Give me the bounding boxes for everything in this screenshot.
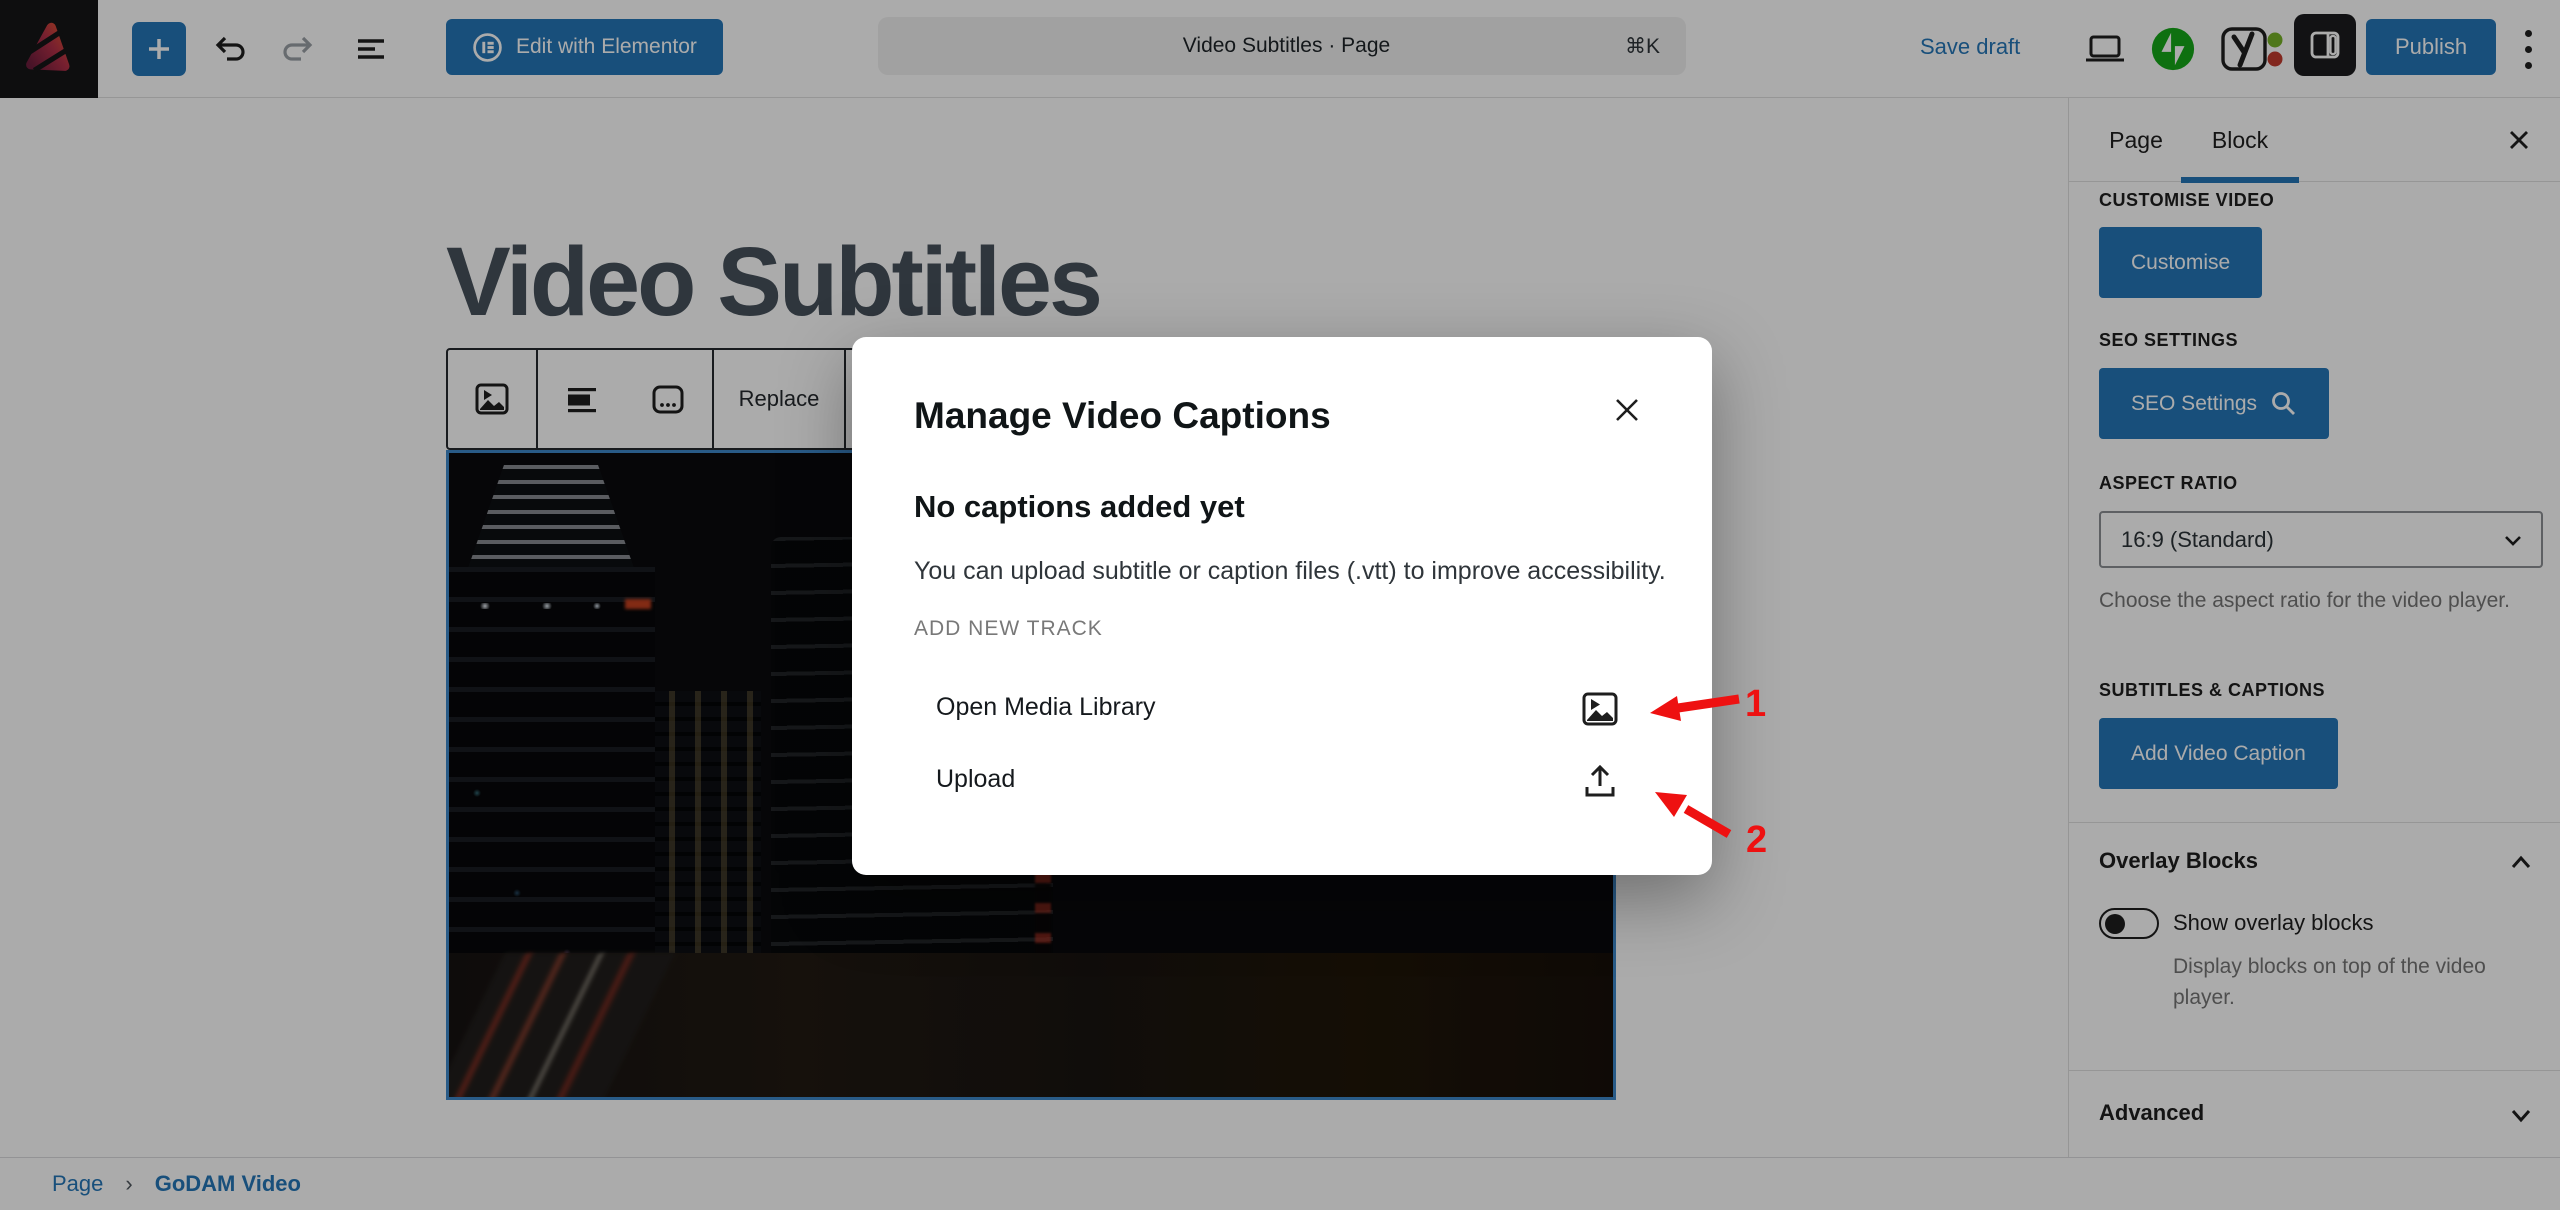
modal-heading: No captions added yet	[914, 489, 1245, 525]
media-library-icon	[1578, 687, 1622, 734]
modal-close-button[interactable]	[1606, 389, 1648, 431]
modal-title: Manage Video Captions	[914, 395, 1331, 437]
upload-label: Upload	[936, 765, 1015, 794]
modal-description: You can upload subtitle or caption files…	[914, 557, 1666, 586]
close-icon	[1606, 389, 1648, 431]
open-media-library-item[interactable]: Open Media Library	[914, 681, 1650, 739]
upload-icon	[1578, 759, 1622, 806]
add-new-track-label: ADD NEW TRACK	[914, 617, 1103, 641]
open-media-library-label: Open Media Library	[936, 693, 1156, 722]
manage-video-captions-modal: Manage Video Captions No captions added …	[852, 337, 1712, 875]
editor-window: Edit with Elementor Video Subtitles · Pa…	[0, 0, 2560, 1210]
upload-item[interactable]: Upload	[914, 753, 1650, 811]
